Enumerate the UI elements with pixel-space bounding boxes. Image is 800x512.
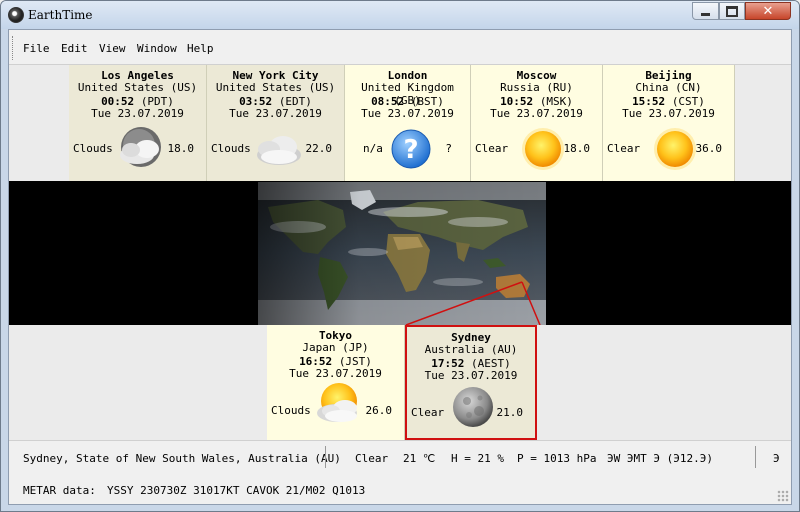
- client-area: File Edit View Window Help Los Angeles U…: [8, 29, 792, 505]
- status-temperature: 21 ℃: [403, 452, 436, 465]
- city-card-los-angeles[interactable]: Los Angeles United States (US) 00:52 (PD…: [69, 65, 207, 181]
- app-window: EarthTime ✕ File Edit View Window Help L…: [0, 0, 800, 512]
- city-date: Tue 23.07.2019: [424, 369, 518, 382]
- status-condition: Clear: [355, 452, 389, 465]
- weather-condition: Clouds: [211, 142, 251, 155]
- sun-cloud-icon: [317, 383, 357, 422]
- minimize-button[interactable]: [692, 2, 719, 20]
- status-humidity: H = 21 %: [451, 452, 504, 465]
- city-date: Tue 23.07.2019: [289, 367, 382, 380]
- city-country: Japan (JP): [302, 341, 369, 354]
- minimize-icon: [701, 12, 710, 16]
- sun-icon: [654, 128, 696, 170]
- metar-label: METAR data:: [23, 484, 96, 497]
- app-globe-icon[interactable]: [8, 7, 24, 23]
- menu-window[interactable]: Window: [137, 42, 177, 55]
- weather-condition: Clear: [411, 406, 445, 419]
- night-cloud-icon: [120, 127, 161, 167]
- menu-view[interactable]: View: [99, 42, 126, 55]
- metar-bar: METAR data: YSSY 230730Z 31017KT CAVOK 2…: [9, 473, 791, 504]
- city-country: United States (US): [77, 81, 198, 94]
- city-card-london[interactable]: London United Kingdom (GB) 08:52 (BST) T…: [345, 65, 471, 181]
- menu-grip[interactable]: [12, 36, 15, 60]
- status-pressure: P = 1013 hPa: [517, 452, 597, 465]
- svg-text:?: ?: [403, 135, 418, 165]
- city-card-tokyo[interactable]: Tokyo Japan (JP) 16:52 (JST) Tue 23.07.2…: [267, 325, 405, 440]
- weather-condition: Clouds: [73, 142, 113, 155]
- city-card-sydney[interactable]: Sydney Australia (AU) 17:52 (AEST) Tue 2…: [405, 325, 537, 440]
- resize-grip[interactable]: [777, 490, 789, 502]
- maximize-icon: [726, 5, 738, 17]
- city-date: Tue 23.07.2019: [229, 107, 322, 120]
- maximize-button[interactable]: [719, 2, 745, 20]
- city-country: Russia (RU): [500, 81, 573, 94]
- city-date: Tue 23.07.2019: [361, 107, 454, 120]
- city-country: United States (US): [215, 81, 336, 94]
- menu-bar: File Edit View Window Help: [9, 30, 791, 65]
- menu-help[interactable]: Help: [187, 42, 214, 55]
- world-view: Los Angeles United States (US) 00:52 (PD…: [9, 65, 791, 440]
- cloud-icon: [257, 136, 301, 165]
- status-indicator: Э: [773, 452, 780, 465]
- temperature: ?: [445, 142, 452, 155]
- status-separator: [755, 446, 756, 468]
- status-bar: Sydney, State of New South Wales, Austra…: [9, 440, 791, 474]
- status-separator: [325, 446, 326, 468]
- temperature: 18.0: [167, 142, 195, 155]
- city-card-beijing[interactable]: Beijing China (CN) 15:52 (CST) Tue 23.07…: [603, 65, 735, 181]
- weather-condition: Clear: [475, 142, 509, 155]
- moon-icon: [453, 387, 493, 427]
- temperature: 26.0: [365, 404, 393, 417]
- close-button[interactable]: ✕: [745, 2, 791, 20]
- temperature: 18.0: [563, 142, 591, 155]
- status-location: Sydney, State of New South Wales, Austra…: [23, 452, 341, 465]
- city-card-new-york[interactable]: New York City United States (US) 03:52 (…: [207, 65, 345, 181]
- title-bar[interactable]: EarthTime ✕: [1, 1, 799, 29]
- weather-condition: Clear: [607, 142, 641, 155]
- menu-edit[interactable]: Edit: [61, 42, 88, 55]
- temperature: 22.0: [305, 142, 333, 155]
- earth-map-image[interactable]: [258, 182, 546, 325]
- city-country: Australia (AU): [424, 343, 518, 356]
- window-title: EarthTime: [28, 8, 93, 22]
- city-card-moscow[interactable]: Moscow Russia (RU) 10:52 (MSK) Tue 23.07…: [471, 65, 603, 181]
- weather-condition: Clouds: [271, 404, 311, 417]
- city-country: China (CN): [635, 81, 702, 94]
- status-wind: ЭW ЭМТ Э (Э12.Э): [607, 452, 713, 465]
- metar-value: YSSY 230730Z 31017KT CAVOK 21/M02 Q1013: [107, 484, 366, 497]
- temperature: 21.0: [496, 406, 524, 419]
- city-date: Tue 23.07.2019: [91, 107, 184, 120]
- temperature: 36.0: [695, 142, 723, 155]
- city-date: Tue 23.07.2019: [622, 107, 715, 120]
- question-icon: ?: [391, 129, 431, 169]
- city-date: Tue 23.07.2019: [490, 107, 583, 120]
- sun-icon: [522, 128, 564, 170]
- menu-file[interactable]: File: [23, 42, 50, 55]
- weather-condition: n/a: [363, 142, 383, 155]
- close-icon: ✕: [762, 3, 774, 19]
